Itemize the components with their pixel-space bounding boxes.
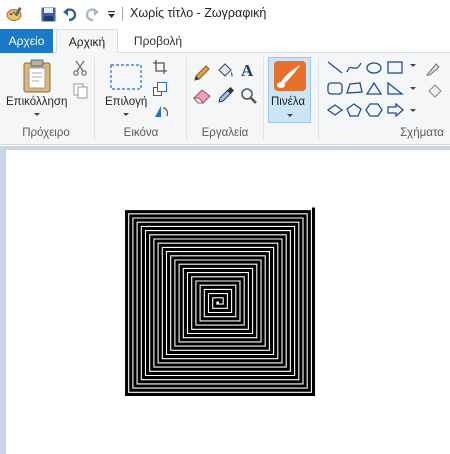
tab-home[interactable]: Αρχική (56, 29, 118, 54)
ribbon-tab-bar: Αρχείο Αρχική Προβολή (0, 29, 450, 54)
drawing-canvas[interactable] (6, 150, 450, 454)
paste-dropdown-arrow[interactable] (34, 113, 40, 116)
brush-icon (273, 60, 307, 95)
outline-icon[interactable] (425, 62, 446, 79)
group-separator (318, 57, 319, 141)
resize-icon[interactable] (153, 82, 167, 99)
rotate-icon[interactable] (153, 104, 171, 121)
tools-group-label: Εργαλεία (201, 127, 249, 139)
shapes-scroll-down[interactable] (410, 87, 416, 90)
title-separator (122, 7, 123, 21)
tab-file[interactable]: Αρχείο (0, 29, 53, 53)
group-separator (263, 57, 264, 141)
cut-icon[interactable] (73, 60, 87, 79)
select-icon[interactable] (110, 64, 142, 93)
brushes-button[interactable]: Πινέλα (268, 57, 311, 123)
paint-palette-icon[interactable] (4, 3, 26, 25)
fill-shape-icon[interactable] (426, 84, 446, 103)
pencil-icon[interactable] (193, 64, 211, 85)
shapes-group-label: Σχήματα (400, 127, 444, 139)
spiral-drawing (125, 207, 316, 396)
shapes-expand[interactable] (410, 109, 416, 112)
redo-icon[interactable] (82, 3, 102, 25)
brushes-dropdown-arrow (287, 114, 293, 117)
group-separator (186, 57, 187, 141)
svg-text:A: A (241, 61, 254, 79)
color-picker-icon[interactable] (217, 86, 235, 107)
text-icon[interactable]: A (240, 61, 256, 82)
title-bar: Χωρίς τίτλο - Ζωγραφική (0, 0, 450, 29)
magnifier-icon[interactable] (240, 87, 257, 107)
select-dropdown-arrow[interactable] (123, 113, 129, 116)
shapes-scroll-up[interactable] (410, 64, 416, 67)
canvas-workspace (0, 146, 450, 454)
clipboard-group-label: Πρόχειρο (22, 127, 70, 139)
brushes-label: Πινέλα (271, 96, 305, 108)
shapes-gallery[interactable] (326, 59, 408, 128)
image-group-label: Εικόνα (123, 127, 159, 139)
save-icon[interactable] (38, 3, 58, 25)
paste-button[interactable]: Επικόλληση (6, 96, 67, 108)
crop-icon[interactable] (153, 60, 167, 77)
copy-icon[interactable] (73, 83, 89, 102)
group-separator (94, 57, 95, 141)
ribbon: Επικόλληση Πρόχειρο Επιλογή Εικόνα A Εργ… (0, 53, 450, 145)
fill-icon[interactable] (216, 63, 235, 84)
window-title: Χωρίς τίτλο - Ζωγραφική (130, 6, 267, 20)
undo-icon[interactable] (60, 3, 80, 25)
paste-icon[interactable] (22, 59, 52, 96)
tab-view[interactable]: Προβολή (124, 29, 192, 53)
select-button[interactable]: Επιλογή (105, 96, 147, 108)
eraser-icon[interactable] (192, 88, 212, 107)
spiral-stroke (125, 207, 316, 396)
customize-dropdown-icon[interactable] (104, 3, 118, 25)
